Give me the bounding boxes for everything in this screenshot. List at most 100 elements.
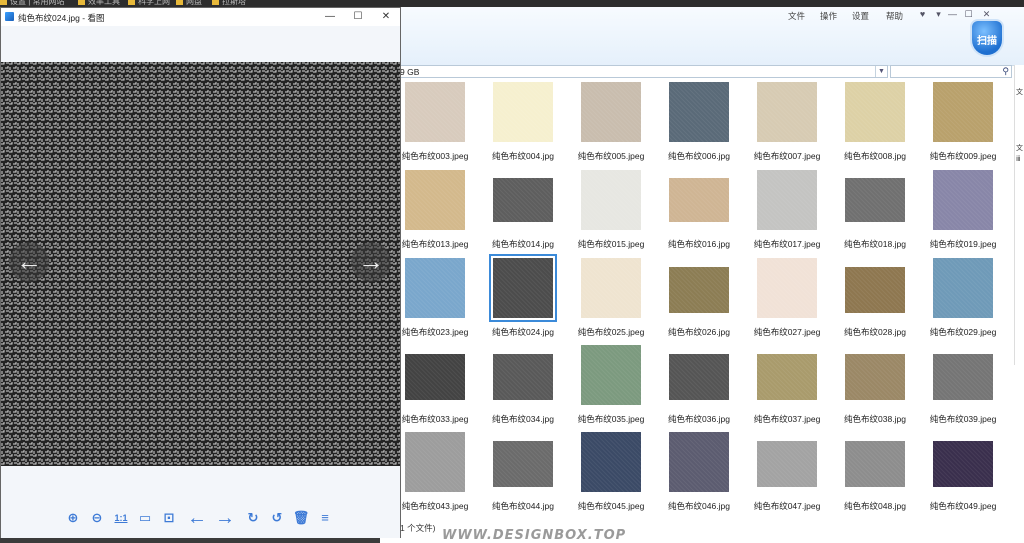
file-thumbnail-item[interactable]: 纯色布纹023.jpeg	[395, 258, 475, 344]
file-thumbnail-item[interactable]: 纯色布纹034.jpg	[483, 345, 563, 431]
minimize-icon[interactable]: —	[323, 10, 337, 24]
file-name-label: 纯色布纹048.jpg	[844, 501, 906, 511]
file-thumbnail-item[interactable]: 纯色布纹036.jpg	[659, 345, 739, 431]
menu-help[interactable]: 帮助	[886, 10, 903, 22]
image-thumbnail	[405, 258, 465, 318]
previous-image-button[interactable]: ←	[9, 242, 49, 282]
zoom-in-icon[interactable]: ⊕	[63, 508, 83, 528]
zoom-out-icon[interactable]: ⊖	[87, 508, 107, 528]
file-name-label: 纯色布纹038.jpg	[844, 414, 906, 424]
folder-icon	[78, 0, 85, 5]
file-thumbnail-item[interactable]: 纯色布纹038.jpg	[835, 345, 915, 431]
file-thumbnail-item[interactable]: 纯色布纹025.jpeg	[571, 258, 651, 344]
file-thumbnail-item[interactable]: 纯色布纹008.jpg	[835, 82, 915, 168]
file-name-label: 纯色布纹015.jpeg	[577, 239, 645, 249]
file-thumbnail-item[interactable]: 纯色布纹027.jpeg	[747, 258, 827, 344]
arrow-right-icon: →	[358, 246, 384, 276]
image-thumbnail	[669, 178, 729, 222]
file-thumbnail-item[interactable]: 纯色布纹007.jpeg	[747, 82, 827, 168]
file-thumbnail-item[interactable]: 纯色布纹013.jpeg	[395, 170, 475, 256]
file-thumbnail-item[interactable]: 纯色布纹004.jpg	[483, 82, 563, 168]
image-canvas[interactable]: ← →	[1, 62, 400, 466]
side-label: ⅲ	[1016, 156, 1021, 163]
image-thumbnail	[933, 354, 993, 400]
file-name-label: 纯色布纹043.jpeg	[401, 501, 469, 511]
file-thumbnail-item[interactable]: 纯色布纹024.jpg	[483, 254, 563, 344]
file-thumbnail-item[interactable]: 纯色布纹028.jpg	[835, 258, 915, 344]
file-thumbnail-item[interactable]: 纯色布纹045.jpeg	[571, 432, 651, 518]
folder-icon	[128, 0, 135, 5]
file-thumbnail-item[interactable]: 纯色布纹049.jpeg	[923, 432, 1003, 518]
file-thumbnail-item[interactable]: 纯色布纹037.jpeg	[747, 345, 827, 431]
delete-icon[interactable]: 🗑	[291, 508, 311, 528]
image-thumbnail	[669, 82, 729, 142]
bookmark-item[interactable]: 网盘	[176, 0, 202, 7]
close-icon[interactable]: ✕	[379, 10, 393, 24]
rotate-left-icon[interactable]: ↺	[267, 508, 287, 528]
file-name-label: 纯色布纹006.jpg	[668, 151, 730, 161]
file-thumbnail-item[interactable]: 纯色布纹033.jpeg	[395, 345, 475, 431]
bookmark-item[interactable]: 设置 | 常用网站	[0, 0, 65, 7]
file-thumbnail-item[interactable]: 纯色布纹019.jpeg	[923, 170, 1003, 256]
file-thumbnail-item[interactable]: 纯色布纹035.jpeg	[571, 345, 651, 431]
file-thumbnail-item[interactable]: 纯色布纹018.jpg	[835, 170, 915, 256]
image-thumbnail	[669, 432, 729, 492]
more-menu-icon[interactable]: ≡	[315, 508, 335, 528]
next-image-icon[interactable]: →	[213, 508, 237, 528]
file-thumbnail-item[interactable]: 纯色布纹026.jpg	[659, 258, 739, 344]
file-thumbnail-item[interactable]: 纯色布纹003.jpeg	[395, 82, 475, 168]
file-thumbnail-item[interactable]: 纯色布纹047.jpeg	[747, 432, 827, 518]
file-thumbnail-item[interactable]: 纯色布纹029.jpeg	[923, 258, 1003, 344]
folder-icon	[0, 0, 7, 5]
file-thumbnail-item[interactable]: 纯色布纹017.jpeg	[747, 170, 827, 256]
next-image-button[interactable]: →	[351, 242, 391, 282]
maximize-icon[interactable]: ☐	[962, 9, 975, 20]
maximize-icon[interactable]: ☐	[351, 10, 365, 24]
minimize-icon[interactable]: —	[946, 9, 959, 20]
search-icon[interactable]: ⚲	[1002, 66, 1009, 77]
bookmark-bar: 设置 | 常用网站 效率工具 科学上网 网盘 拉斯塔	[0, 0, 1024, 7]
file-thumbnail-item[interactable]: 纯色布纹009.jpeg	[923, 82, 1003, 168]
scan-shield-button[interactable]: 扫描	[972, 21, 1002, 55]
image-thumbnail	[581, 345, 641, 405]
image-thumbnail	[933, 82, 993, 142]
bookmark-item[interactable]: 科学上网	[128, 0, 170, 7]
file-thumbnail-item[interactable]: 纯色布纹016.jpg	[659, 170, 739, 256]
slideshow-icon[interactable]: ⊡	[159, 508, 179, 528]
menu-settings[interactable]: 设置	[852, 10, 869, 22]
file-name-label: 纯色布纹028.jpg	[844, 327, 906, 337]
skin-icon[interactable]: ♥	[916, 9, 929, 20]
file-thumbnail-item[interactable]: 纯色布纹005.jpeg	[571, 82, 651, 168]
image-thumbnail	[493, 441, 553, 487]
address-bar[interactable]: 9 GB ▼	[380, 65, 888, 78]
image-thumbnail	[493, 82, 553, 142]
open-folder-icon[interactable]: ▭	[135, 508, 155, 528]
bookmark-item[interactable]: 效率工具	[78, 0, 120, 7]
rotate-right-icon[interactable]: ↻	[243, 508, 263, 528]
actual-size-button[interactable]: 1:1	[111, 508, 131, 528]
file-thumbnail-item[interactable]: 纯色布纹015.jpeg	[571, 170, 651, 256]
file-name-label: 纯色布纹003.jpeg	[401, 151, 469, 161]
file-name-label: 纯色布纹014.jpg	[492, 239, 554, 249]
image-thumbnail	[493, 178, 553, 222]
chevron-down-icon[interactable]: ▼	[875, 66, 887, 77]
prev-image-icon[interactable]: ←	[185, 508, 209, 528]
file-name-label: 纯色布纹047.jpeg	[753, 501, 821, 511]
menu-file[interactable]: 文件	[788, 10, 805, 22]
file-thumbnail-item[interactable]: 纯色布纹048.jpg	[835, 432, 915, 518]
bookmark-item[interactable]: 拉斯塔	[212, 0, 246, 7]
file-thumbnail-item[interactable]: 纯色布纹014.jpg	[483, 170, 563, 256]
file-thumbnail-item[interactable]: 纯色布纹044.jpg	[483, 432, 563, 518]
file-name-label: 纯色布纹035.jpeg	[577, 414, 645, 424]
dropdown-icon[interactable]: ▾	[932, 9, 945, 20]
file-thumbnail-item[interactable]: 纯色布纹006.jpg	[659, 82, 739, 168]
file-thumbnail-item[interactable]: 纯色布纹039.jpeg	[923, 345, 1003, 431]
search-input[interactable]: ⚲	[890, 65, 1012, 78]
image-thumbnail	[581, 258, 641, 318]
menu-action[interactable]: 操作	[820, 10, 837, 22]
file-thumbnail-item[interactable]: 纯色布纹046.jpg	[659, 432, 739, 518]
close-icon[interactable]: ✕	[980, 9, 993, 20]
image-thumbnail	[933, 258, 993, 318]
image-thumbnail	[405, 82, 465, 142]
file-thumbnail-item[interactable]: 纯色布纹043.jpeg	[395, 432, 475, 518]
